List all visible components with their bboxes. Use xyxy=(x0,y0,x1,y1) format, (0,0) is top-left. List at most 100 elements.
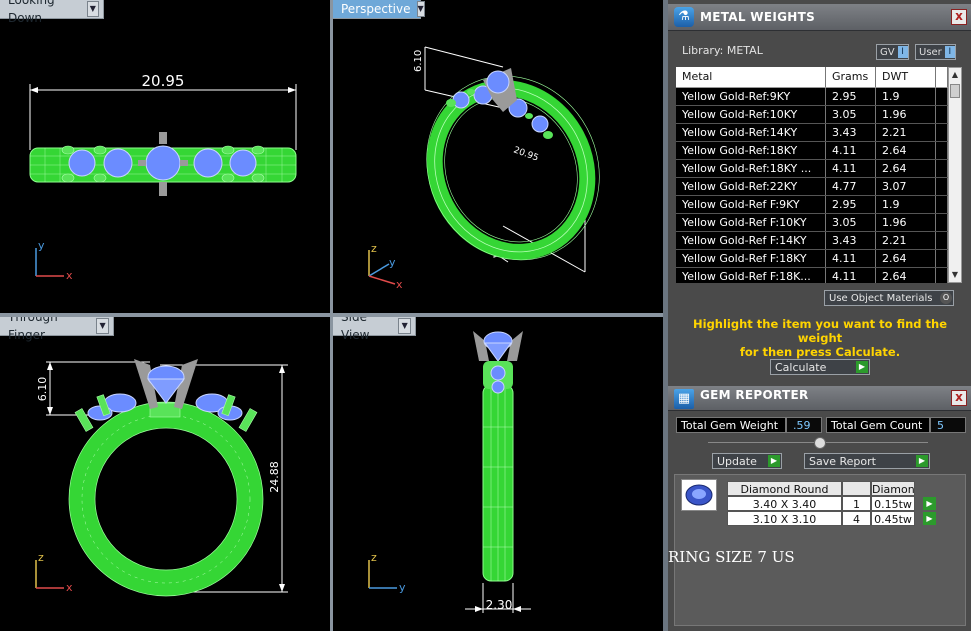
table-cell: 1.9 xyxy=(876,196,936,213)
table-row[interactable]: Yellow Gold-Ref F:18K... 4.11 2.64 xyxy=(676,268,948,283)
table-row[interactable]: Yellow Gold-Ref F:14KY 3.43 2.21 xyxy=(676,232,948,250)
table-row[interactable]: Yellow Gold-Ref:22KY 4.77 3.07 xyxy=(676,178,948,196)
table-row[interactable]: Yellow Gold-Ref F:9KY 2.95 1.9 xyxy=(676,196,948,214)
viewport-through-finger[interactable]: 6.10 24.88 z x Through Finger ▼ xyxy=(0,317,330,631)
row-action-icon[interactable]: ▶ xyxy=(923,512,936,525)
update-button[interactable]: Update ▶ xyxy=(712,453,782,469)
viewport-tab-through-finger[interactable]: Through Finger ▼ xyxy=(0,317,114,342)
total-gem-count-label: Total Gem Count xyxy=(826,417,930,433)
table-cell: 4.11 xyxy=(826,268,876,283)
scroll-up-icon[interactable]: ▲ xyxy=(949,68,961,82)
calculate-button[interactable]: Calculate ▶ xyxy=(770,359,870,375)
table-header: Diamond Round Diamond xyxy=(727,481,927,496)
use-object-materials-toggle[interactable]: Use Object Materials O xyxy=(824,290,954,306)
table-cell: 2.64 xyxy=(876,142,936,159)
table-row[interactable]: Yellow Gold-Ref:18KY 4.11 2.64 xyxy=(676,142,948,160)
table-row[interactable]: Yellow Gold-Ref:18KY ... 4.11 2.64 xyxy=(676,160,948,178)
column-header-count xyxy=(842,481,871,496)
splitter-knob[interactable] xyxy=(814,437,826,449)
column-header-shape: Diamond Round xyxy=(727,481,842,496)
panel-title: GEM REPORTER xyxy=(700,388,809,402)
viewport-side-view[interactable]: 2.30 z y Side View ▼ xyxy=(333,317,663,631)
library-label: Library: METAL xyxy=(682,44,763,57)
viewport-tab-side-view[interactable]: Side View ▼ xyxy=(333,317,416,342)
viewport-tab-looking-down[interactable]: Looking Down ▼ xyxy=(0,0,104,25)
svg-text:y: y xyxy=(389,256,396,269)
table-cell: Yellow Gold-Ref:10KY xyxy=(676,106,826,123)
table-cell: 3.43 xyxy=(826,124,876,141)
table-cell: 2.95 xyxy=(826,88,876,105)
viewport-label: Through Finger xyxy=(8,317,58,342)
metal-table: Metal Grams DWT Yellow Gold-Ref:9KY 2.95 1… xyxy=(676,67,948,283)
table-cell: 2.21 xyxy=(876,124,936,141)
viewport-label: Perspective xyxy=(341,2,411,16)
metal-table-scrollbar[interactable]: ▲ ▼ xyxy=(948,67,962,283)
table-cell: 4.77 xyxy=(826,178,876,195)
table-cell: 4.11 xyxy=(826,160,876,177)
table-cell: 3.07 xyxy=(876,178,936,195)
table-row[interactable]: Yellow Gold-Ref:14KY 3.43 2.21 xyxy=(676,124,948,142)
table-cell: Yellow Gold-Ref F:10KY xyxy=(676,214,826,231)
table-cell: Yellow Gold-Ref:18KY xyxy=(676,142,826,159)
table-row[interactable]: Yellow Gold-Ref F:18KY 4.11 2.64 xyxy=(676,250,948,268)
save-report-button[interactable]: Save Report ▶ xyxy=(804,453,930,469)
table-cell: 4.11 xyxy=(826,250,876,267)
close-icon[interactable]: x xyxy=(951,9,967,25)
viewport-perspective[interactable]: 6.10 24.88 20.95 2.30 z y x Perspective … xyxy=(333,0,663,313)
table-cell: 1.96 xyxy=(876,214,936,231)
gem-reporter-header: ▦ GEM REPORTER x xyxy=(668,386,971,411)
row-action-icon[interactable]: ▶ xyxy=(923,497,936,510)
column-header-dwt[interactable]: DWT xyxy=(876,67,936,87)
viewport-label: Side View xyxy=(341,317,370,342)
chevron-down-icon[interactable]: ▼ xyxy=(416,1,425,17)
table-cell: 3.43 xyxy=(826,232,876,249)
svg-text:2.30: 2.30 xyxy=(486,598,513,612)
svg-text:y: y xyxy=(399,581,406,594)
table-row[interactable]: 3.40 X 3.40 1 0.15tw xyxy=(727,496,927,511)
table-cell: Yellow Gold-Ref:18KY ... xyxy=(676,160,826,177)
chevron-down-icon[interactable]: ▼ xyxy=(398,318,411,334)
table-row[interactable]: Yellow Gold-Ref:9KY 2.95 1.9 xyxy=(676,88,948,106)
table-cell: Yellow Gold-Ref:22KY xyxy=(676,178,826,195)
viewport-divider-horizontal[interactable] xyxy=(0,313,663,317)
table-cell: 1.9 xyxy=(876,88,936,105)
dimension-label: 20.95 xyxy=(142,72,185,90)
scroll-down-icon[interactable]: ▼ xyxy=(949,268,961,282)
table-cell: Yellow Gold-Ref F:14KY xyxy=(676,232,826,249)
svg-text:z: z xyxy=(38,551,44,564)
report-icon: ▦ xyxy=(674,389,694,409)
table-cell: 1.96 xyxy=(876,106,936,123)
chevron-down-icon[interactable]: ▼ xyxy=(96,318,109,334)
table-cell: 2.64 xyxy=(876,268,936,283)
gv-toggle[interactable]: GV I xyxy=(876,44,909,60)
viewport-tab-perspective[interactable]: Perspective ▼ xyxy=(333,0,425,19)
play-icon: ▶ xyxy=(916,455,928,467)
viewport-looking-down[interactable]: 20.95 y x Looking Down ▼ xyxy=(0,0,330,313)
table-cell: Yellow Gold-Ref:9KY xyxy=(676,88,826,105)
user-toggle[interactable]: User I xyxy=(915,44,956,60)
table-header: Metal Grams DWT xyxy=(676,67,948,88)
toggle-knob: I xyxy=(897,46,908,58)
table-cell: 4.11 xyxy=(826,142,876,159)
panel-title: METAL WEIGHTS xyxy=(700,10,816,24)
scroll-thumb[interactable] xyxy=(950,84,960,98)
svg-text:24.88: 24.88 xyxy=(268,461,281,493)
svg-text:y: y xyxy=(38,239,45,252)
table-cell: 2.64 xyxy=(876,160,936,177)
ring-top-view: 20.95 y x xyxy=(29,72,297,282)
column-header-metal[interactable]: Metal xyxy=(676,67,826,87)
table-row[interactable]: 3.10 X 3.10 4 0.45tw xyxy=(727,511,927,526)
diamond-icon xyxy=(681,479,717,511)
table-cell: Yellow Gold-Ref F:18KY xyxy=(676,250,826,267)
table-cell: 2.64 xyxy=(876,250,936,267)
chevron-down-icon[interactable]: ▼ xyxy=(86,1,99,17)
table-row[interactable]: Yellow Gold-Ref F:10KY 3.05 1.96 xyxy=(676,214,948,232)
table-row[interactable]: Yellow Gold-Ref:10KY 3.05 1.96 xyxy=(676,106,948,124)
table-cell: 2.95 xyxy=(826,196,876,213)
svg-text:z: z xyxy=(371,551,377,564)
metal-weights-header: ⚗ METAL WEIGHTS x xyxy=(668,4,971,31)
column-header-grams[interactable]: Grams xyxy=(826,67,876,87)
svg-text:x: x xyxy=(66,581,73,594)
close-icon[interactable]: x xyxy=(951,390,967,406)
gem-table-grid: Diamond Round Diamond 3.40 X 3.40 1 0.15… xyxy=(727,481,927,526)
